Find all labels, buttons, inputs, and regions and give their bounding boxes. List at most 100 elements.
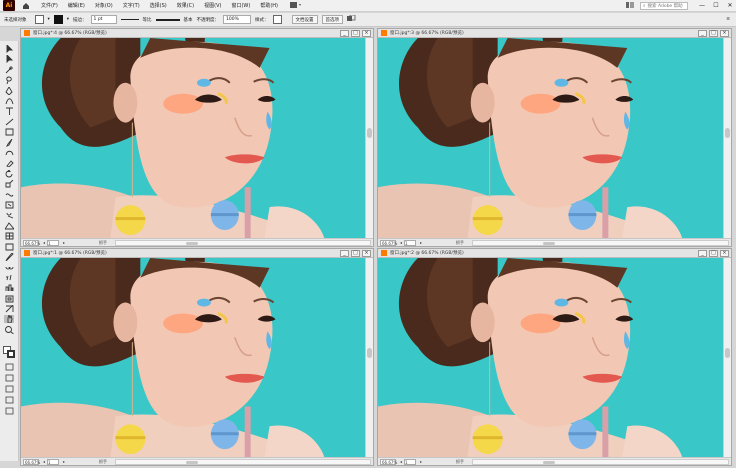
artboard-number-field[interactable]: 1 [47,458,60,465]
artboard-canvas[interactable] [378,258,723,457]
doc-maximize-button[interactable]: □ [709,249,718,257]
rectangle-tool-icon[interactable] [4,128,14,136]
rotate-tool-icon[interactable] [4,169,14,178]
opacity-field[interactable]: 100% [223,15,252,24]
perspective-tool-icon[interactable] [4,222,14,230]
horizontal-scrollbar[interactable] [472,458,729,465]
doc-minimize-button[interactable]: _ [698,249,707,257]
scroll-thumb[interactable] [186,241,199,245]
stroke-profile-label[interactable]: 等比 [143,17,152,23]
doc-maximize-button[interactable]: □ [351,29,360,37]
free-transform-tool-icon[interactable] [4,201,14,209]
document-window[interactable]: 窗口.jpg*:1 @ 66.67% (RGB/预览) _ □ × 66.67%… [20,248,374,466]
artboard-number-field[interactable]: 1 [404,239,417,246]
swap-colors-icon[interactable] [4,363,14,371]
vertical-scrollbar[interactable] [365,38,373,238]
prev-artboard-icon[interactable]: ◂ [43,240,45,245]
menu-help[interactable]: 帮助(H) [260,2,278,9]
shape-builder-tool-icon[interactable] [4,211,14,219]
style-swatch[interactable] [272,15,282,24]
stroke-weight-field[interactable]: 1 pt [90,15,117,24]
eraser-tool-icon[interactable] [4,159,14,168]
scale-tool-icon[interactable] [4,180,14,188]
home-icon[interactable] [21,1,31,11]
document-window[interactable]: 窗口.jpg*:3 @ 66.67% (RGB/预览) _ □ × 66.67%… [377,28,732,247]
doc-minimize-button[interactable]: _ [340,29,349,37]
arrange-icon[interactable] [347,14,357,24]
arrange-documents-icon[interactable] [290,2,302,9]
stroke-profile-line[interactable] [120,19,139,20]
scroll-thumb[interactable] [186,460,199,464]
type-tool-icon[interactable] [4,107,14,116]
maximize-button[interactable]: ☐ [710,1,722,11]
paintbrush-tool-icon[interactable] [4,138,14,147]
scroll-thumb[interactable] [725,128,730,138]
artboard-number-field[interactable]: 1 [404,458,417,465]
vertical-scrollbar[interactable] [723,38,731,238]
mesh-tool-icon[interactable] [4,232,14,240]
next-artboard-icon[interactable]: ▸ [420,459,422,464]
brush-label[interactable]: 基本 [184,17,193,23]
stroke-dropdown-icon[interactable]: ▾ [67,17,69,22]
menu-file[interactable]: 文件(F) [41,2,58,9]
scroll-thumb[interactable] [725,348,730,358]
doc-close-button[interactable]: × [362,29,371,37]
blend-tool-icon[interactable] [4,263,14,271]
preferences-button[interactable]: 首选项 [321,15,344,24]
lasso-tool-icon[interactable] [4,76,14,85]
artboard-canvas[interactable] [21,38,365,238]
horizontal-scrollbar[interactable] [115,458,371,465]
zoom-tool-icon[interactable] [4,325,14,334]
zoom-field[interactable]: 66.67% [23,458,40,465]
next-artboard-icon[interactable]: ▸ [63,459,65,464]
zoom-field[interactable]: 66.67% [380,239,397,246]
doc-minimize-button[interactable]: _ [698,29,707,37]
workspace-icon[interactable] [626,1,634,10]
scroll-thumb[interactable] [543,241,556,245]
menu-edit[interactable]: 编辑(E) [68,2,85,9]
graph-tool-icon[interactable] [4,284,14,292]
search-input[interactable]: ⌕ 搜索 Adobe 帮助 [640,1,688,10]
doc-maximize-button[interactable]: □ [709,29,718,37]
edit-toolbar-icon[interactable] [4,407,14,415]
control-menu-icon[interactable]: ≡ [726,17,730,22]
zoom-field[interactable]: 66.67% [23,239,40,246]
artboard-tool-icon[interactable] [4,295,14,303]
prev-artboard-icon[interactable]: ◂ [400,240,402,245]
prev-artboard-icon[interactable]: ◂ [43,459,45,464]
prev-artboard-icon[interactable]: ◂ [400,459,402,464]
menu-select[interactable]: 选择(S) [150,2,167,9]
vertical-scrollbar[interactable] [723,258,731,457]
artboard-canvas[interactable] [21,258,365,457]
scroll-thumb[interactable] [543,460,556,464]
hand-tool-icon[interactable] [4,315,14,324]
artboard-number-field[interactable]: 1 [47,239,60,246]
zoom-field[interactable]: 66.67% [380,458,397,465]
magic-wand-tool-icon[interactable] [4,65,14,74]
menu-type[interactable]: 文字(T) [123,2,140,9]
doc-close-button[interactable]: × [362,249,371,257]
curvature-tool-icon[interactable] [4,97,14,105]
horizontal-scrollbar[interactable] [115,239,371,246]
draw-mode-icon[interactable] [4,385,14,393]
document-tab[interactable]: 窗口.jpg*:1 @ 66.67% (RGB/预览) _ □ × [21,249,373,258]
width-tool-icon[interactable] [4,191,14,199]
fill-dropdown-icon[interactable]: ▾ [48,17,50,22]
document-window[interactable]: 窗口.jpg*:4 @ 66.67% (RGB/预览) _ □ × 66.67%… [20,28,374,247]
minimize-button[interactable]: — [696,1,708,11]
document-setup-button[interactable]: 文档设置 [291,15,318,24]
doc-maximize-button[interactable]: □ [351,249,360,257]
document-window[interactable]: 窗口.jpg*:2 @ 66.67% (RGB/预览) _ □ × 66.67%… [377,248,732,466]
brush-line[interactable] [155,18,180,21]
menu-effect[interactable]: 效果(C) [177,2,194,9]
scroll-thumb[interactable] [367,128,372,138]
eyedropper-tool-icon[interactable] [4,253,14,261]
horizontal-scrollbar[interactable] [472,239,729,246]
opacity-label[interactable]: 不透明度： [197,17,220,23]
document-tab[interactable]: 窗口.jpg*:4 @ 66.67% (RGB/预览) _ □ × [21,29,373,38]
line-tool-icon[interactable] [4,118,14,126]
pen-tool-icon[interactable] [4,86,14,95]
document-tab[interactable]: 窗口.jpg*:3 @ 66.67% (RGB/预览) _ □ × [378,29,731,38]
symbol-sprayer-tool-icon[interactable] [4,274,14,282]
color-mode-icon[interactable] [4,374,14,382]
